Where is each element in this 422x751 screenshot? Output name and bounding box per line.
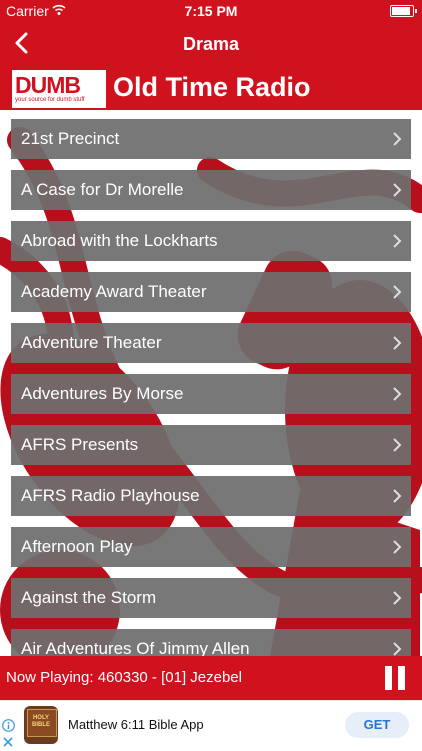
now-playing-text: Now Playing: 460330 - [01] Jezebel <box>6 669 242 686</box>
chevron-right-icon <box>393 438 402 452</box>
chevron-right-icon <box>393 387 402 401</box>
list-item-label: AFRS Radio Playhouse <box>21 486 200 505</box>
list-item[interactable]: Abroad with the Lockharts <box>11 221 411 261</box>
list-item-label: Adventure Theater <box>21 333 162 352</box>
now-playing-bar[interactable]: Now Playing: 460330 - [01] Jezebel <box>0 656 422 700</box>
list-item[interactable]: Air Adventures Of Jimmy Allen <box>11 629 411 656</box>
app-icon[interactable]: HOLY BIBLE <box>24 706 58 744</box>
ad-banner[interactable]: HOLY BIBLE Matthew 6:11 Bible App GET <box>0 700 422 751</box>
chevron-right-icon <box>393 540 402 554</box>
list-item[interactable]: Adventure Theater <box>11 323 411 363</box>
show-list-area[interactable]: 21st Precinct A Case for Dr Morelle Abro… <box>0 110 422 656</box>
list-item[interactable]: A Case for Dr Morelle <box>11 170 411 210</box>
app-icon-text: HOLY BIBLE <box>32 715 50 728</box>
list-item-label: Against the Storm <box>21 588 157 607</box>
list-item[interactable]: Adventures By Morse <box>11 374 411 414</box>
close-icon[interactable] <box>2 736 14 748</box>
list-item[interactable]: AFRS Presents <box>11 425 411 465</box>
chevron-right-icon <box>393 336 402 350</box>
chevron-right-icon <box>393 285 402 299</box>
list-item-label: AFRS Presents <box>21 435 139 454</box>
page-title: Drama <box>182 34 240 54</box>
logo-tagline: your source for dumb stuff <box>15 97 85 103</box>
list-item-label: Air Adventures Of Jimmy Allen <box>21 639 250 656</box>
list-item[interactable]: Academy Award Theater <box>11 272 411 312</box>
brand-header: DUMB your source for dumb stuff Old Time… <box>0 66 422 110</box>
list-item[interactable]: AFRS Radio Playhouse <box>11 476 411 516</box>
chevron-right-icon <box>393 642 402 656</box>
chevron-right-icon <box>393 489 402 503</box>
list-item-label: Academy Award Theater <box>21 282 207 301</box>
list-item-label: Adventures By Morse <box>21 384 184 403</box>
brand-title: Old Time Radio <box>113 72 311 102</box>
logo-text: DUMB <box>15 72 81 98</box>
ad-title[interactable]: Matthew 6:11 Bible App <box>68 717 204 732</box>
logo: DUMB your source for dumb stuff <box>12 70 106 108</box>
chevron-right-icon <box>393 591 402 605</box>
pause-icon[interactable] <box>382 665 408 691</box>
list-item[interactable]: Against the Storm <box>11 578 411 618</box>
list-item[interactable]: 21st Precinct <box>11 119 411 159</box>
list-item-label: 21st Precinct <box>21 129 120 148</box>
list-item-label: Abroad with the Lockharts <box>21 231 218 250</box>
battery-icon <box>390 5 417 17</box>
battery-fill <box>392 7 410 15</box>
clock: 7:15 PM <box>184 3 238 19</box>
chevron-right-icon <box>393 132 402 146</box>
status-bar: Carrier 7:15 PM <box>0 0 422 22</box>
list-item-label: A Case for Dr Morelle <box>21 180 184 199</box>
get-button[interactable]: GET <box>345 712 409 738</box>
list-item[interactable]: Afternoon Play <box>11 527 411 567</box>
navigation-bar: Drama <box>0 22 422 66</box>
info-icon[interactable] <box>2 719 15 732</box>
chevron-right-icon <box>393 183 402 197</box>
chevron-right-icon <box>393 234 402 248</box>
list-item-label: Afternoon Play <box>21 537 133 556</box>
